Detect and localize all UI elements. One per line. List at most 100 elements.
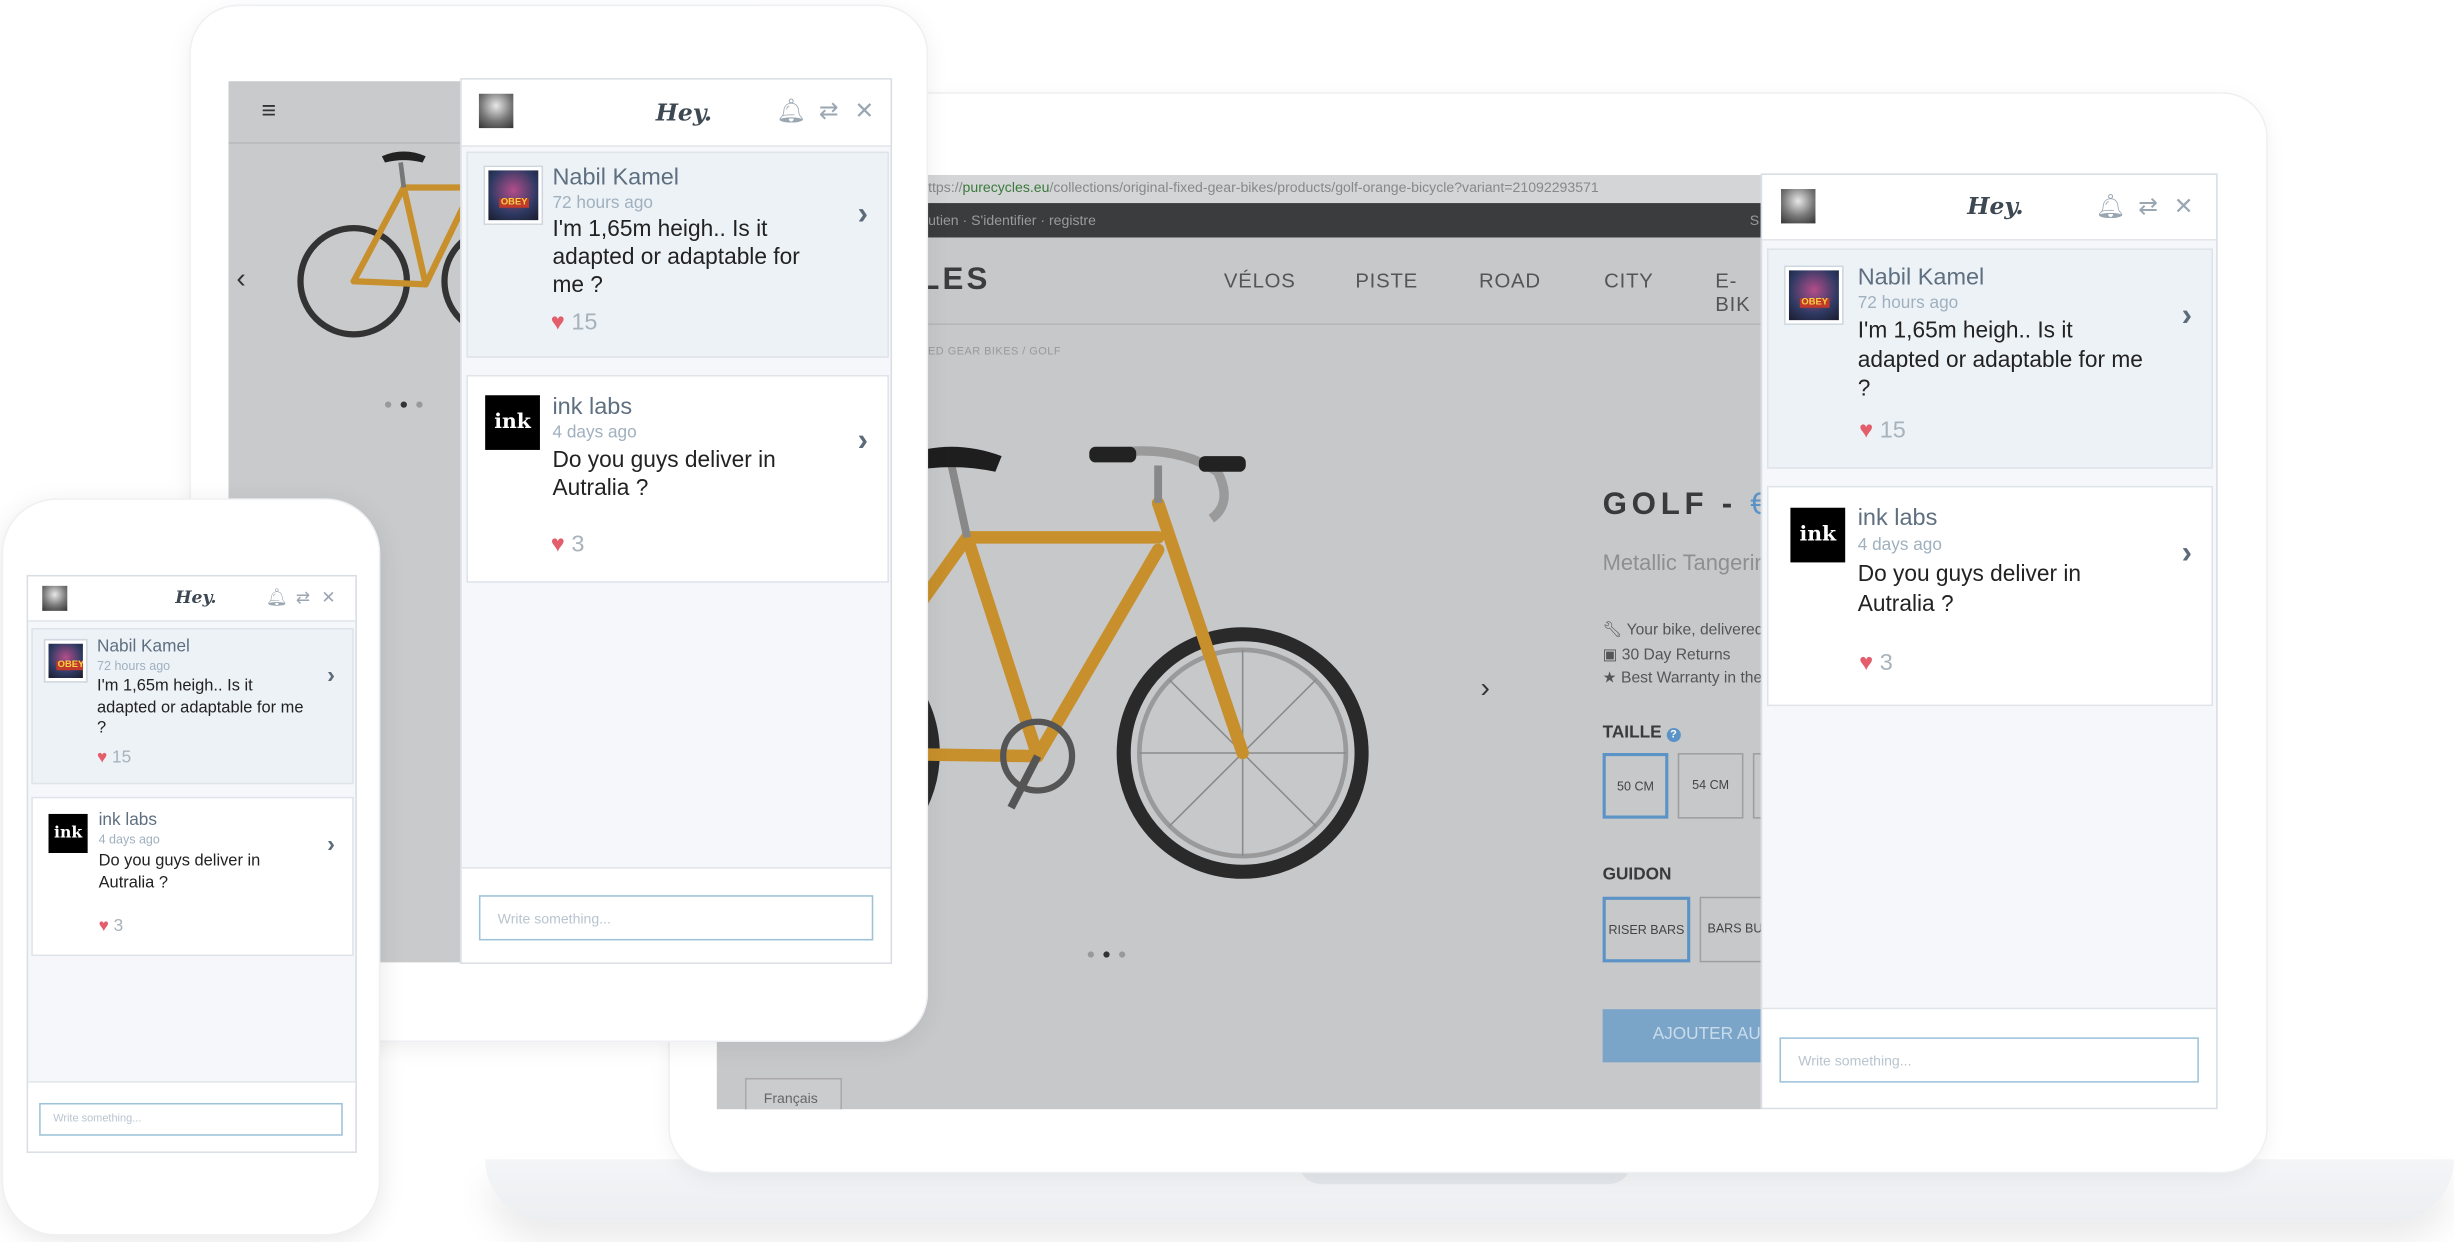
post-author[interactable]: Nabil Kamel bbox=[97, 637, 190, 656]
post-card[interactable]: ink ink labs 4 days ago Do you guys deli… bbox=[466, 374, 889, 583]
chevron-right-icon[interactable]: › bbox=[858, 423, 868, 459]
wrench-icon: 🔧︎ bbox=[1602, 621, 1623, 639]
language-selector[interactable]: Français bbox=[744, 1077, 842, 1110]
nav-item-road[interactable]: ROAD bbox=[1479, 269, 1541, 292]
post-card[interactable]: ink ink labs 4 days ago Do you guys deli… bbox=[31, 796, 354, 957]
nav-item-city[interactable]: CITY bbox=[1604, 269, 1653, 292]
header-divider bbox=[920, 323, 1763, 325]
heart-icon[interactable]: ♥ bbox=[551, 531, 565, 558]
post-card[interactable]: ink ink labs 4 days ago Do you guys deli… bbox=[1766, 485, 2213, 707]
widget-header: Hey. 🔔︎ ⇄ ✕ bbox=[28, 576, 356, 622]
widget-header: Hey. 🔔︎ ⇄ ✕ bbox=[461, 79, 891, 147]
size-option-54[interactable]: 54 CM bbox=[1677, 753, 1744, 819]
heart-icon[interactable]: ♥ bbox=[551, 309, 565, 336]
heart-icon[interactable]: ♥ bbox=[1859, 417, 1873, 444]
chevron-right-icon[interactable]: › bbox=[2182, 298, 2192, 334]
author-avatar bbox=[1785, 267, 1843, 324]
post-time: 4 days ago bbox=[552, 423, 637, 443]
widget-footer: Write something... bbox=[461, 867, 891, 963]
truck-icon: ▣ bbox=[1602, 646, 1618, 664]
add-to-cart-button[interactable]: AJOUTER AU bbox=[1602, 1009, 1763, 1063]
carousel-prev-icon[interactable]: ‹ bbox=[236, 262, 245, 295]
widget-footer: Write something... bbox=[28, 1081, 356, 1152]
message-input[interactable]: Write something... bbox=[478, 895, 874, 941]
post-likes[interactable]: ♥ 15 bbox=[97, 748, 131, 767]
heart-icon[interactable]: ♥ bbox=[1859, 650, 1873, 677]
user-avatar[interactable] bbox=[1781, 189, 1816, 224]
url-prefix: https:// bbox=[920, 179, 963, 196]
size-option-50[interactable]: 50 CM bbox=[1602, 753, 1669, 819]
author-avatar: ink bbox=[48, 813, 88, 853]
feature-delivery: 🔧︎ Your bike, delivered bbox=[1602, 621, 1763, 639]
close-icon[interactable]: ✕ bbox=[2174, 192, 2194, 221]
author-avatar bbox=[485, 167, 542, 224]
widget-footer: Write something... bbox=[1762, 1007, 2217, 1108]
post-message: Do you guys deliver in Autralia ? bbox=[1857, 562, 2082, 617]
carousel-next-icon[interactable]: › bbox=[1481, 672, 1490, 705]
post-card[interactable]: Nabil Kamel 72 hours ago I'm 1,65m heigh… bbox=[1766, 248, 2213, 469]
widget-brand: Hey. bbox=[175, 587, 217, 608]
bell-icon[interactable]: 🔔︎ bbox=[776, 97, 806, 125]
post-card[interactable]: Nabil Kamel 72 hours ago I'm 1,65m heigh… bbox=[31, 628, 354, 785]
carousel-dots[interactable] bbox=[1083, 937, 1130, 965]
message-input[interactable]: Write something... bbox=[39, 1102, 343, 1136]
message-input[interactable]: Write something... bbox=[1779, 1037, 2199, 1083]
post-message: I'm 1,65m heigh.. Is it adapted or adapt… bbox=[97, 676, 304, 738]
feature-returns: ▣ 30 Day Returns bbox=[1602, 646, 1731, 664]
chevron-right-icon[interactable]: › bbox=[327, 662, 335, 689]
handlebar-option-riser[interactable]: RISER BARS bbox=[1602, 896, 1691, 963]
close-icon[interactable]: ✕ bbox=[321, 587, 335, 608]
user-avatar[interactable] bbox=[478, 93, 514, 129]
post-author[interactable]: Nabil Kamel bbox=[1858, 264, 1985, 291]
post-time: 72 hours ago bbox=[1857, 293, 1959, 313]
post-author[interactable]: ink labs bbox=[99, 811, 157, 830]
nav-item-ebike[interactable]: E-BIK bbox=[1715, 269, 1762, 316]
handlebar-option-bullhorn[interactable]: BARS BU bbox=[1699, 896, 1763, 963]
url-path: /collections/original-fixed-gear-bikes/p… bbox=[1049, 179, 1599, 196]
widget-brand: Hey. bbox=[1967, 192, 2024, 221]
post-likes[interactable]: ♥ 15 bbox=[1859, 417, 1906, 444]
trophy-icon: ★ bbox=[1602, 670, 1617, 688]
post-time: 4 days ago bbox=[1857, 535, 1942, 555]
account-links[interactable]: outien · S'identifier · registre bbox=[920, 212, 1096, 228]
chevron-right-icon[interactable]: › bbox=[858, 197, 868, 233]
post-message: Do you guys deliver in Autralia ? bbox=[98, 851, 261, 892]
post-time: 72 hours ago bbox=[552, 193, 653, 213]
post-card[interactable]: Nabil Kamel 72 hours ago I'm 1,65m heigh… bbox=[466, 151, 889, 358]
tablet-chat-widget: Hey. 🔔︎ ⇄ ✕ Nabil Kamel 72 hours ago I'm… bbox=[460, 78, 893, 964]
product-title: GOLF - €3 bbox=[1603, 487, 1763, 523]
post-message: I'm 1,65m heigh.. Is it adapted or adapt… bbox=[1857, 318, 2143, 402]
product-subtitle: Metallic Tangerine bbox=[1602, 549, 1763, 575]
help-icon[interactable]: ? bbox=[1666, 728, 1681, 743]
post-time: 72 hours ago bbox=[97, 659, 171, 674]
swap-arrows-icon[interactable]: ⇄ bbox=[2138, 192, 2158, 221]
post-likes[interactable]: ♥ 3 bbox=[1859, 650, 1893, 677]
heart-icon[interactable]: ♥ bbox=[97, 748, 107, 767]
close-icon[interactable]: ✕ bbox=[854, 97, 874, 125]
post-author[interactable]: Nabil Kamel bbox=[552, 164, 679, 191]
author-avatar: ink bbox=[485, 395, 540, 450]
tablet-carousel-dots[interactable] bbox=[380, 387, 427, 415]
chevron-right-icon[interactable]: › bbox=[327, 831, 335, 858]
swap-arrows-icon[interactable]: ⇄ bbox=[819, 97, 839, 125]
post-author[interactable]: ink labs bbox=[552, 394, 632, 421]
post-author[interactable]: ink labs bbox=[1858, 505, 1938, 532]
post-likes[interactable]: ♥ 15 bbox=[551, 309, 598, 336]
post-likes[interactable]: ♥ 3 bbox=[99, 917, 124, 936]
post-message: Do you guys deliver in Autralia ? bbox=[552, 448, 776, 502]
bell-icon[interactable]: 🔔︎ bbox=[266, 587, 288, 608]
tablet-bike-image bbox=[297, 151, 464, 338]
breadcrumb[interactable]: XED GEAR BIKES / GOLF bbox=[920, 347, 1061, 358]
swap-arrows-icon[interactable]: ⇄ bbox=[296, 587, 310, 608]
chevron-right-icon[interactable]: › bbox=[2182, 536, 2192, 572]
size-label: TAILLE ? bbox=[1603, 723, 1681, 743]
store-logo[interactable]: LES bbox=[920, 262, 990, 298]
bell-icon[interactable]: 🔔︎ bbox=[2096, 192, 2126, 221]
heart-icon[interactable]: ♥ bbox=[99, 917, 109, 936]
hamburger-menu-icon[interactable]: ≡ bbox=[261, 98, 276, 126]
post-likes[interactable]: ♥ 3 bbox=[551, 531, 585, 558]
nav-item-piste[interactable]: PISTE bbox=[1355, 269, 1418, 292]
nav-item-velos[interactable]: VÉLOS bbox=[1224, 269, 1296, 292]
author-avatar bbox=[45, 640, 87, 682]
user-avatar[interactable] bbox=[42, 585, 68, 611]
